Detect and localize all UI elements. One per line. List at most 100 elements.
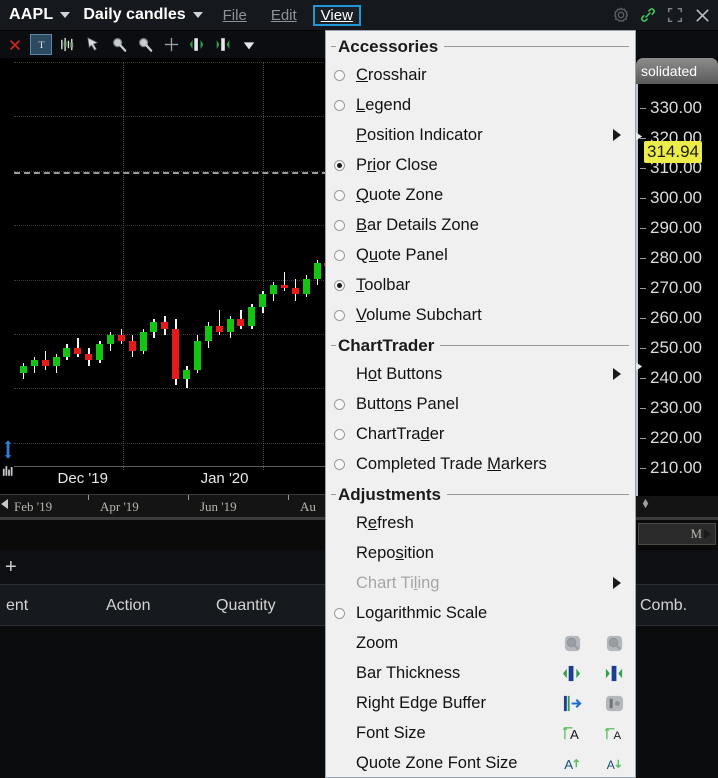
price-tick: [640, 318, 646, 319]
nav-left-arrow-icon[interactable]: [1, 499, 8, 509]
radio-indicator[interactable]: [334, 99, 345, 111]
nav-right-scroll[interactable]: M: [638, 523, 716, 545]
text-tool-icon[interactable]: T: [30, 34, 52, 55]
menu-view[interactable]: View: [312, 4, 361, 26]
nav-right-arrow-icon[interactable]: [704, 529, 711, 539]
menu-item-hot-buttons[interactable]: Hot Buttons: [326, 359, 635, 389]
bar-narrow-icon[interactable]: [603, 662, 625, 684]
candle-body: [63, 347, 71, 357]
crosshair-icon[interactable]: [160, 34, 182, 55]
menu-item-legend[interactable]: Legend: [326, 90, 635, 120]
symbol-selector[interactable]: AAPL: [0, 6, 71, 24]
price-tick: [640, 408, 646, 409]
font-larger-icon[interactable]: A: [561, 722, 583, 744]
radio-indicator[interactable]: [334, 159, 345, 171]
price-axis-tab[interactable]: solidated: [636, 58, 718, 84]
radio-indicator[interactable]: [334, 607, 345, 619]
bar-widen-icon[interactable]: [186, 34, 208, 55]
zoom-out-icon[interactable]: [603, 632, 625, 654]
menu-item-prior-close[interactable]: Prior Close: [326, 150, 635, 180]
indicator-icon[interactable]: [56, 34, 78, 55]
radio-indicator[interactable]: [334, 279, 345, 291]
radio-indicator[interactable]: [334, 398, 345, 410]
quote-font-larger-icon[interactable]: A: [561, 752, 583, 774]
menu-section-title: Adjustments: [338, 484, 441, 504]
column-header-comb[interactable]: Comb.: [640, 597, 687, 615]
volume-toggle-icon[interactable]: [2, 464, 16, 482]
menu-item-label: Crosshair: [356, 65, 427, 84]
link-icon[interactable]: [639, 6, 657, 24]
menu-item-bar-details-zone[interactable]: Bar Details Zone: [326, 210, 635, 240]
candlestick: [117, 62, 125, 470]
expand-icon[interactable]: [666, 6, 684, 24]
cursor-icon[interactable]: [82, 34, 104, 55]
view-menu-popup[interactable]: Accessories Crosshair Legend Position Indic…: [325, 30, 636, 778]
close-icon[interactable]: [693, 6, 711, 24]
menu-item-right-edge-buffer[interactable]: Right Edge Buffer: [326, 688, 635, 718]
buffer-decrease-icon[interactable]: [603, 692, 625, 714]
menu-item-quote-zone[interactable]: Quote Zone: [326, 180, 635, 210]
menu-item-completed-trade-markers[interactable]: Completed Trade Markers: [326, 449, 635, 479]
interval-selector[interactable]: Daily candles: [70, 6, 203, 24]
candlestick: [280, 62, 288, 470]
add-tab-button[interactable]: +: [5, 557, 17, 577]
gear-icon[interactable]: [612, 6, 630, 24]
menu-item-volume-subchart[interactable]: Volume Subchart: [326, 300, 635, 330]
menu-item-icon-pair: [561, 662, 625, 684]
menu-item-logarithmic-scale[interactable]: Logarithmic Scale: [326, 598, 635, 628]
column-header-action[interactable]: Action: [106, 597, 150, 615]
zoom-in-icon[interactable]: [561, 632, 583, 654]
candle-body: [41, 360, 49, 367]
menu-item-refresh[interactable]: Refresh: [326, 508, 635, 538]
submenu-arrow-icon[interactable]: [613, 368, 621, 380]
column-header-quantity[interactable]: Quantity: [216, 597, 276, 615]
bar-narrow-icon[interactable]: [212, 34, 234, 55]
radio-indicator[interactable]: [334, 219, 345, 231]
menu-item-buttons-panel[interactable]: Buttons Panel: [326, 389, 635, 419]
menu-item-label: Logarithmic Scale: [356, 603, 488, 622]
radio-indicator[interactable]: [334, 249, 345, 261]
column-header-instrument[interactable]: ent: [6, 597, 28, 615]
dropdown-caret-icon[interactable]: [238, 34, 260, 55]
menu-item-label: Zoom: [356, 633, 399, 652]
menu-item-label: Toolbar: [356, 275, 411, 294]
chart-drag-handle-icon[interactable]: [2, 440, 15, 464]
axis-resize-handle-icon[interactable]: [639, 496, 652, 514]
radio-indicator[interactable]: [334, 69, 345, 81]
menu-item-quote-zone-font-size[interactable]: Quote Zone Font Size A A: [326, 748, 635, 778]
radio-indicator[interactable]: [334, 189, 345, 201]
font-smaller-icon[interactable]: A: [603, 722, 625, 744]
menu-item-toolbar[interactable]: Toolbar: [326, 270, 635, 300]
zoom-out-icon[interactable]: [134, 34, 156, 55]
menu-file[interactable]: File: [219, 6, 251, 25]
menu-item-reposition[interactable]: Reposition: [326, 538, 635, 568]
buffer-increase-icon[interactable]: [561, 692, 583, 714]
candle-body: [117, 335, 125, 342]
menu-item-zoom[interactable]: Zoom: [326, 628, 635, 658]
menu-item-crosshair[interactable]: Crosshair: [326, 60, 635, 90]
radio-indicator[interactable]: [334, 458, 345, 470]
candlestick: [63, 62, 71, 470]
menu-item-quote-panel[interactable]: Quote Panel: [326, 240, 635, 270]
quote-font-smaller-icon[interactable]: A: [603, 752, 625, 774]
menu-item-position-indicator[interactable]: Position Indicator: [326, 120, 635, 150]
candlestick: [302, 62, 310, 470]
menu-item-charttrader[interactable]: ChartTrader: [326, 419, 635, 449]
nav-tick: [288, 495, 289, 500]
submenu-arrow-icon[interactable]: [613, 577, 621, 589]
close-red-icon[interactable]: [4, 34, 26, 55]
menu-item-icon-pair: [561, 632, 625, 654]
menu-item-bar-thickness[interactable]: Bar Thickness: [326, 658, 635, 688]
zoom-in-icon[interactable]: [108, 34, 130, 55]
price-axis[interactable]: solidated 330.00 320.00 310.00 300.00 290.00…: [636, 58, 718, 496]
radio-indicator[interactable]: [334, 309, 345, 321]
submenu-arrow-icon[interactable]: [613, 129, 621, 141]
candle-body: [270, 284, 278, 295]
candlestick: [106, 62, 114, 470]
price-tick-label: 270.00: [650, 278, 702, 297]
radio-indicator[interactable]: [334, 428, 345, 440]
bar-widen-icon[interactable]: [561, 662, 583, 684]
candle-body: [106, 335, 114, 345]
menu-item-font-size[interactable]: Font Size A A: [326, 718, 635, 748]
menu-edit[interactable]: Edit: [267, 6, 301, 25]
